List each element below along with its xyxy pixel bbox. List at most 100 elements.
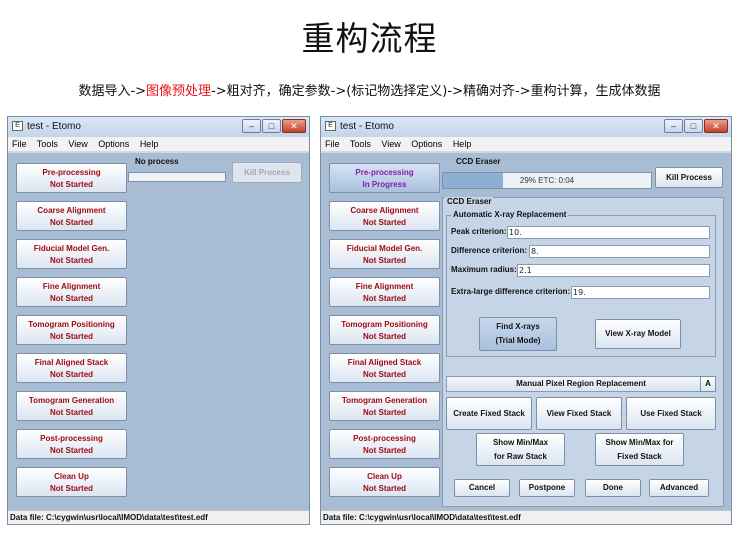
menu-view[interactable]: View — [381, 139, 400, 149]
postpone-button[interactable]: Postpone — [519, 479, 575, 497]
extra-large-criterion-label: Extra-large difference criterion: — [451, 287, 571, 296]
step-fiducial-model[interactable]: Fiducial Model Gen. Not Started — [329, 239, 440, 269]
progress-text: 29% ETC: 0:04 — [519, 176, 575, 185]
step-tomogram-generation[interactable]: Tomogram Generation Not Started — [16, 391, 127, 421]
window-title: test - Etomo — [340, 121, 394, 132]
show-minmax-fixed-button[interactable]: Show Min/Max for Fixed Stack — [595, 433, 684, 466]
step-status: Not Started — [49, 180, 94, 189]
window-controls: – □ ✕ — [663, 119, 728, 133]
process-header: No process — [135, 157, 179, 166]
auto-xray-panel: Automatic X-ray Replacement Peak criteri… — [446, 210, 716, 357]
step-status: Not Started — [362, 370, 407, 379]
step-label: Fiducial Model Gen. — [346, 244, 423, 253]
close-icon[interactable]: ✕ — [704, 119, 728, 133]
extra-large-criterion-input[interactable] — [571, 286, 710, 299]
done-button[interactable]: Done — [585, 479, 641, 497]
difference-criterion-label: Difference criterion: — [451, 246, 528, 255]
use-fixed-stack-button[interactable]: Use Fixed Stack — [626, 397, 716, 430]
step-coarse-alignment[interactable]: Coarse Alignment Not Started — [16, 201, 127, 231]
step-label: Coarse Alignment — [37, 206, 106, 215]
step-label: Tomogram Positioning — [28, 320, 115, 329]
subtitle-pre: 数据导入-> — [78, 84, 147, 99]
step-status: Not Started — [49, 408, 94, 417]
maximize-icon[interactable]: □ — [262, 119, 281, 133]
view-fixed-stack-button[interactable]: View Fixed Stack — [536, 397, 622, 430]
step-clean-up[interactable]: Clean Up Not Started — [329, 467, 440, 497]
step-status: Not Started — [362, 484, 407, 493]
peak-criterion-label: Peak criterion: — [451, 227, 507, 236]
step-label: Fine Alignment — [42, 282, 101, 291]
step-pre-processing[interactable]: Pre-processing Not Started — [16, 163, 127, 193]
menu-tools[interactable]: Tools — [350, 139, 371, 149]
step-status: Not Started — [49, 484, 94, 493]
status-bar: Data file: C:\cygwin\usr\local\IMOD\data… — [321, 510, 731, 524]
menu-help[interactable]: Help — [140, 139, 159, 149]
step-post-processing[interactable]: Post-processing Not Started — [329, 429, 440, 459]
menu-options[interactable]: Options — [411, 139, 442, 149]
step-fine-alignment[interactable]: Fine Alignment Not Started — [329, 277, 440, 307]
step-status: Not Started — [49, 294, 94, 303]
step-label: Tomogram Generation — [341, 396, 428, 405]
maximum-radius-input[interactable] — [517, 264, 710, 277]
manual-replacement-title: Manual Pixel Region Replacement — [516, 379, 646, 388]
step-label: Pre-processing — [355, 168, 414, 177]
client-area: CCD Eraser 29% ETC: 0:04 Kill Process Pr… — [321, 153, 731, 510]
titlebar[interactable]: E test - Etomo – □ ✕ — [8, 117, 309, 137]
advanced-toggle-button[interactable]: A — [700, 376, 716, 392]
step-status: Not Started — [362, 332, 407, 341]
step-label: Post-processing — [40, 434, 103, 443]
step-fine-alignment[interactable]: Fine Alignment Not Started — [16, 277, 127, 307]
step-label: Clean Up — [54, 472, 89, 481]
step-label: Fiducial Model Gen. — [33, 244, 110, 253]
step-status: Not Started — [362, 256, 407, 265]
show-minmax-raw-button[interactable]: Show Min/Max for Raw Stack — [476, 433, 565, 466]
status-bar: Data file: C:\cygwin\usr\local\IMOD\data… — [8, 510, 309, 524]
peak-criterion-input[interactable] — [507, 226, 710, 239]
step-status: Not Started — [49, 370, 94, 379]
cancel-button[interactable]: Cancel — [454, 479, 510, 497]
menu-file[interactable]: File — [12, 139, 27, 149]
titlebar[interactable]: E test - Etomo – □ ✕ — [321, 117, 731, 137]
step-final-aligned-stack[interactable]: Final Aligned Stack Not Started — [329, 353, 440, 383]
minimize-icon[interactable]: – — [242, 119, 261, 133]
step-status: Not Started — [49, 446, 94, 455]
menu-help[interactable]: Help — [453, 139, 472, 149]
step-tomogram-generation[interactable]: Tomogram Generation Not Started — [329, 391, 440, 421]
step-clean-up[interactable]: Clean Up Not Started — [16, 467, 127, 497]
step-status: Not Started — [362, 218, 407, 227]
step-fiducial-model[interactable]: Fiducial Model Gen. Not Started — [16, 239, 127, 269]
menu-tools[interactable]: Tools — [37, 139, 58, 149]
step-label: Fine Alignment — [355, 282, 414, 291]
menubar: File Tools View Options Help — [321, 137, 731, 152]
kill-process-button[interactable]: Kill Process — [232, 162, 302, 183]
difference-criterion-input[interactable] — [529, 245, 710, 258]
step-label: Post-processing — [353, 434, 416, 443]
kill-process-button[interactable]: Kill Process — [655, 167, 723, 188]
minimize-icon[interactable]: – — [664, 119, 683, 133]
process-header: CCD Eraser — [456, 157, 501, 166]
create-fixed-stack-button[interactable]: Create Fixed Stack — [446, 397, 532, 430]
step-label: Final Aligned Stack — [347, 358, 422, 367]
step-final-aligned-stack[interactable]: Final Aligned Stack Not Started — [16, 353, 127, 383]
view-xray-model-button[interactable]: View X-ray Model — [595, 319, 681, 349]
slide-title: 重构流程 — [301, 19, 438, 58]
step-label: Coarse Alignment — [350, 206, 419, 215]
advanced-button[interactable]: Advanced — [649, 479, 709, 497]
close-icon[interactable]: ✕ — [282, 119, 306, 133]
menu-options[interactable]: Options — [98, 139, 129, 149]
maximize-icon[interactable]: □ — [684, 119, 703, 133]
client-area: No process Kill Process Pre-processing No… — [8, 153, 309, 510]
menu-view[interactable]: View — [68, 139, 87, 149]
step-label: Pre-processing — [42, 168, 101, 177]
step-label: Tomogram Positioning — [341, 320, 428, 329]
menu-file[interactable]: File — [325, 139, 340, 149]
find-xrays-button[interactable]: Find X-rays (Trial Mode) — [479, 317, 557, 351]
step-post-processing[interactable]: Post-processing Not Started — [16, 429, 127, 459]
step-pre-processing[interactable]: Pre-processing In Progress — [329, 163, 440, 193]
manual-replacement-bar: Manual Pixel Region Replacement A — [446, 376, 716, 392]
etomo-window-ccd-eraser: E test - Etomo – □ ✕ File Tools View Opt… — [320, 116, 732, 525]
step-tomogram-positioning[interactable]: Tomogram Positioning Not Started — [16, 315, 127, 345]
step-coarse-alignment[interactable]: Coarse Alignment Not Started — [329, 201, 440, 231]
step-tomogram-positioning[interactable]: Tomogram Positioning Not Started — [329, 315, 440, 345]
subtitle-highlight: 图像预处理 — [146, 84, 212, 99]
